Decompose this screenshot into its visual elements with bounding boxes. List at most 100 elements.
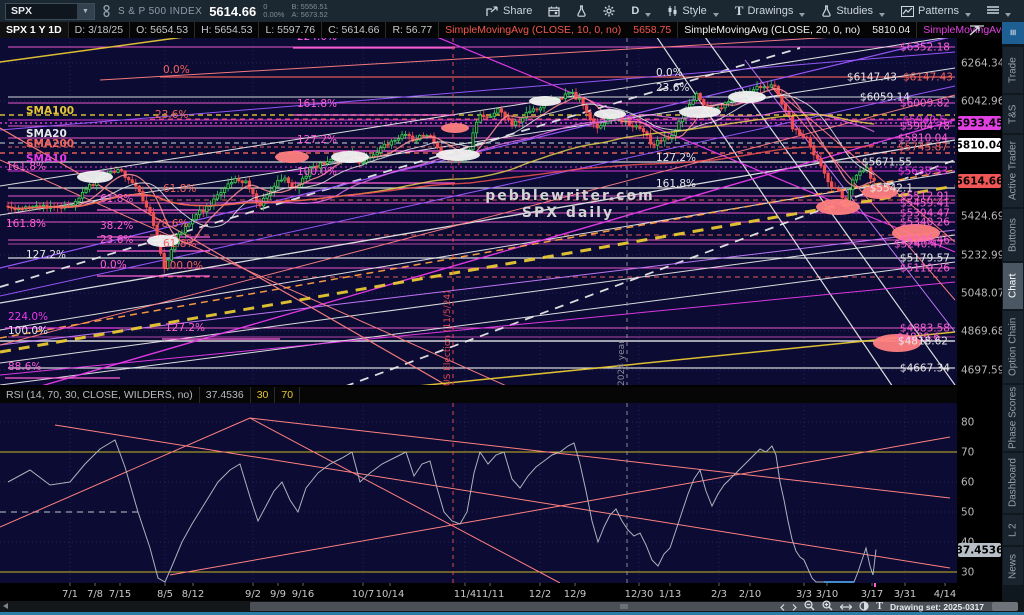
svg-text:100.0%: 100.0% <box>8 325 48 337</box>
svg-text:0.0%: 0.0% <box>163 64 190 76</box>
bid-ask-block: B: 5556.51A: 5673.52 <box>291 3 327 19</box>
style-button[interactable]: Style <box>659 0 726 22</box>
svg-text:37.4536: 37.4536 <box>956 545 1002 557</box>
caret-icon <box>1005 13 1011 17</box>
svg-text:$5240.47: $5240.47 <box>894 239 944 251</box>
sidebar-tab-buttons[interactable]: Buttons <box>1003 209 1023 261</box>
svg-text:88.6%: 88.6% <box>8 361 41 373</box>
svg-text:SMA100: SMA100 <box>26 105 74 117</box>
sidebar-tab-chart[interactable]: Chart <box>1003 263 1023 309</box>
sidebar-menu-button[interactable]: ≡ <box>1002 22 1024 44</box>
svg-text:161.8%: 161.8% <box>6 218 46 230</box>
svg-text:5933.45: 5933.45 <box>956 118 1002 130</box>
caret-icon <box>879 13 885 17</box>
scrollbar-grip <box>620 604 628 609</box>
text-tool-icon: T <box>735 3 744 19</box>
svg-text:9/16: 9/16 <box>292 589 314 600</box>
sidebar-tab-active-trader[interactable]: Active Trader <box>1003 135 1023 207</box>
svg-text:0.0%: 0.0% <box>100 259 127 271</box>
sidebar-tab-t-s[interactable]: T&S <box>1003 95 1023 133</box>
symbol-input[interactable]: SPX ▼ <box>5 3 95 20</box>
svg-text:4869.68: 4869.68 <box>961 326 1002 338</box>
svg-text:$5745.87: $5745.87 <box>898 142 948 154</box>
svg-text:12/2: 12/2 <box>529 589 551 600</box>
sma20-label: SimpleMovingAvg (CLOSE, 20, 0, no) <box>678 22 866 38</box>
svg-text:12/30: 12/30 <box>625 589 654 600</box>
thinkorswim-window: SPX ▼ S & P 500 INDEX 5614.66 00.00% B: … <box>0 0 1024 615</box>
right-sidebar: ≡ TradeT&SActive TraderButtonsChartOptio… <box>1002 22 1024 612</box>
studies-button[interactable]: Studies <box>813 0 893 22</box>
svg-text:SPX daily: SPX daily <box>522 205 614 221</box>
svg-text:5048.07: 5048.07 <box>961 288 1002 300</box>
svg-text:8/12: 8/12 <box>182 589 204 600</box>
drawing-set-label[interactable]: Drawing set: 2025-0317 <box>890 602 984 612</box>
svg-text:2/3: 2/3 <box>711 589 727 600</box>
svg-text:11/11: 11/11 <box>476 589 505 600</box>
text-note-icon[interactable]: T <box>876 601 883 612</box>
svg-text:SMA200: SMA200 <box>26 138 74 150</box>
svg-text:7/15: 7/15 <box>109 589 131 600</box>
svg-text:10/14: 10/14 <box>376 589 405 600</box>
calendar-button[interactable] <box>540 0 568 22</box>
svg-text:US Election (11/5/24): US Election (11/5/24) <box>443 290 453 386</box>
svg-text:161.8%: 161.8% <box>297 98 337 110</box>
svg-text:161.8%: 161.8% <box>656 178 696 190</box>
svg-text:pebblewriter.com: pebblewriter.com <box>485 188 654 204</box>
scroll-left-icon[interactable] <box>3 603 8 609</box>
flask-button[interactable] <box>568 0 595 22</box>
timeframe-button[interactable]: D <box>623 0 659 22</box>
list-button[interactable] <box>979 0 1019 22</box>
drawings-button[interactable]: T Drawings <box>727 0 814 22</box>
gear-button[interactable] <box>595 0 623 22</box>
caret-icon <box>645 13 651 17</box>
svg-text:61.8%: 61.8% <box>163 183 196 195</box>
svg-text:5810.04: 5810.04 <box>956 140 1002 152</box>
sidebar-tab-l-2[interactable]: L 2 <box>1003 515 1023 545</box>
sidebar-tab-dashboard[interactable]: Dashboard <box>1003 453 1023 513</box>
resize-grip[interactable] <box>992 602 1018 611</box>
svg-text:78.6%: 78.6% <box>155 218 188 230</box>
share-button[interactable]: Share <box>478 0 540 22</box>
change-block: 00.00% <box>263 3 284 19</box>
svg-text:23.6%: 23.6% <box>155 109 188 121</box>
sma10-label: SimpleMovingAvg (CLOSE, 10, 0, no) <box>439 22 627 38</box>
gear-icon <box>603 5 615 17</box>
chart-canvas[interactable]: US Election (11/5/24)2024 year224.0%0.0%… <box>0 38 1002 601</box>
ohlc-data-row: SPX 1 Y 1D D: 3/18/25 O: 5654.53 H: 5654… <box>0 22 1002 38</box>
svg-text:11/4: 11/4 <box>454 589 476 600</box>
rsi-oversold-value: 30 <box>251 387 276 403</box>
candles-icon <box>667 5 678 17</box>
sidebar-tab-option-chain[interactable]: Option Chain <box>1003 311 1023 383</box>
svg-text:$6009.82: $6009.82 <box>900 98 950 110</box>
svg-text:80: 80 <box>961 417 974 429</box>
svg-text:$5638.53: $5638.53 <box>898 166 948 178</box>
caret-icon <box>965 13 971 17</box>
svg-text:6042.96: 6042.96 <box>961 96 1002 108</box>
symbol-dropdown-icon[interactable]: ▼ <box>77 4 94 19</box>
sidebar-tab-trade[interactable]: Trade <box>1003 47 1023 93</box>
high-cell: H: 5654.53 <box>195 22 259 38</box>
horizontal-scrollbar: T Drawing set: 2025-0317 <box>0 601 1024 612</box>
chart-mode-icon[interactable] <box>962 23 992 38</box>
svg-text:23.6%: 23.6% <box>656 82 689 94</box>
symbol-value[interactable]: SPX <box>6 5 77 17</box>
link-icon[interactable] <box>102 4 111 18</box>
sidebar-tab-news[interactable]: News <box>1003 547 1023 585</box>
svg-text:100.0%: 100.0% <box>163 260 203 272</box>
top-toolbar: SPX ▼ S & P 500 INDEX 5614.66 00.00% B: … <box>0 0 1024 22</box>
patterns-button[interactable]: Patterns <box>893 0 979 22</box>
sma20-value: 5810.04 <box>866 22 917 38</box>
rsi-overbought-value: 70 <box>275 387 300 403</box>
sma10-value: 5658.75 <box>627 22 678 38</box>
range-cell: R: 56.77 <box>386 22 439 38</box>
svg-text:7/8: 7/8 <box>87 589 103 600</box>
caret-icon <box>713 13 719 17</box>
caret-icon <box>799 13 805 17</box>
svg-text:5614.66: 5614.66 <box>956 176 1002 188</box>
chart-bottom-controls: T Drawing set: 2025-0317 <box>780 601 984 612</box>
sidebar-tab-phase-scores[interactable]: Phase Scores <box>1003 385 1023 451</box>
svg-text:23.6%: 23.6% <box>100 234 133 246</box>
svg-text:2/10: 2/10 <box>739 589 761 600</box>
svg-text:SMA10: SMA10 <box>26 153 67 165</box>
rsi-study-label[interactable]: RSI (14, 70, 30, CLOSE, WILDERS, no) <box>0 387 200 403</box>
